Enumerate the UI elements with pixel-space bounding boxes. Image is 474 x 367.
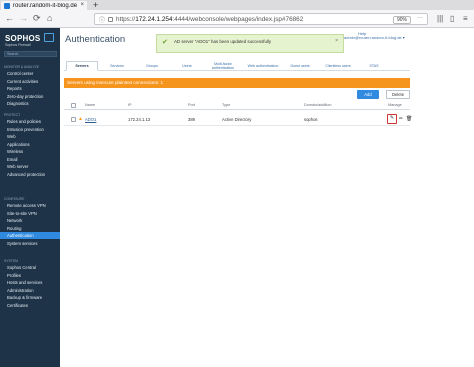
browser-tab[interactable]: router.random-it-blog.de ×: [1, 1, 87, 10]
server-domain: sophos: [304, 117, 318, 122]
sidebar-item-backup-firmware[interactable]: Backup & firmware: [0, 294, 60, 301]
row-checkbox[interactable]: [71, 117, 76, 122]
sidebar-section-title: System: [4, 259, 18, 263]
sidebar: SOPHOS Sophos Firewall Search Monitor & …: [0, 28, 60, 367]
tab-servers[interactable]: Servers: [66, 61, 98, 71]
tab-stas[interactable]: STAS: [360, 61, 388, 71]
header-name[interactable]: Name: [85, 103, 95, 107]
sidebar-item-hosts-and-services[interactable]: Hosts and services: [0, 279, 60, 286]
tab-services[interactable]: Services: [102, 61, 132, 71]
sidebar-item-intrusion-prevention[interactable]: Intrusion prevention: [0, 126, 60, 133]
tab-web-authentication[interactable]: Web authentication: [246, 61, 280, 71]
warning-icon: ▲: [78, 116, 83, 122]
sidebar-item-current-activities[interactable]: Current activities: [0, 78, 60, 85]
shield-icon: ⓘ: [99, 17, 106, 24]
brand-logo[interactable]: SOPHOS: [5, 34, 40, 43]
sidebar-toggle-icon[interactable]: ▯: [450, 13, 454, 24]
sidebar-item-site-to-site-vpn[interactable]: Site-to-site VPN: [0, 210, 60, 217]
zoom-level[interactable]: 90%: [393, 15, 411, 24]
tab-groups[interactable]: Groups: [136, 61, 168, 71]
sidebar-item-email[interactable]: Email: [0, 156, 60, 163]
sidebar-item-system-services[interactable]: System services: [0, 240, 60, 247]
sidebar-item-reports[interactable]: Reports: [0, 85, 60, 92]
sidebar-item-advanced-protection[interactable]: Advanced protection: [0, 171, 60, 178]
sidebar-section-title: Protect: [4, 113, 21, 117]
page-title: Authentication: [65, 34, 126, 45]
url-text: https://172.24.1.254:4444/webconsole/web…: [116, 15, 304, 23]
toast-message: AD server "ADO1" has been updated succes…: [174, 39, 272, 44]
forward-icon[interactable]: →: [19, 13, 28, 24]
home-icon[interactable]: ⌂: [47, 13, 52, 24]
lock-icon: [108, 16, 114, 22]
table-row: ▲ ADO1 172.24.1.13 389 Active Directory …: [64, 113, 412, 126]
trash-icon[interactable]: 🗑: [406, 116, 412, 122]
header-ip[interactable]: IP: [128, 103, 132, 107]
add-button[interactable]: Add: [357, 90, 379, 99]
pencil-icon[interactable]: ✏: [399, 116, 403, 122]
sidebar-item-applications[interactable]: Applications: [0, 141, 60, 148]
new-tab-button[interactable]: +: [93, 0, 98, 10]
sidebar-item-web[interactable]: Web: [0, 133, 60, 140]
menu-icon[interactable]: ≡: [463, 13, 468, 24]
server-port: 389: [188, 117, 195, 122]
server-name-link[interactable]: ADO1: [85, 117, 96, 122]
tab-users[interactable]: Users: [174, 61, 200, 71]
sidebar-item-diagnostics[interactable]: Diagnostics: [0, 100, 60, 107]
sidebar-item-rules-and-policies[interactable]: Rules and policies: [0, 118, 60, 125]
library-icon[interactable]: |||: [437, 13, 443, 24]
brand-subtitle: Sophos Firewall: [5, 43, 31, 47]
tab-guest-users[interactable]: Guest users: [284, 61, 316, 71]
browser-tabstrip: router.random-it-blog.de × +: [0, 0, 474, 10]
header-port[interactable]: Port: [188, 103, 195, 107]
tab-clientless-users[interactable]: Clientless users: [320, 61, 356, 71]
sidebar-item-profiles[interactable]: Profiles: [0, 272, 60, 279]
sidebar-item-zero-day-protection[interactable]: Zero-day protection: [0, 93, 60, 100]
sidebar-section-title: Monitor & Analyze: [4, 65, 40, 69]
tab-bar: Servers Services Groups Users Multi-factor a…: [64, 61, 410, 71]
sidebar-item-routing[interactable]: Routing: [0, 225, 60, 232]
sidebar-item-authentication[interactable]: Authentication: [0, 232, 60, 239]
sidebar-item-certificates[interactable]: Certificates: [0, 302, 60, 309]
browser-navbar: ← → ⟳ ⌂ ⓘ https://172.24.1.254:4444/webc…: [0, 10, 474, 28]
sidebar-item-remote-access-vpn[interactable]: Remote access VPN: [0, 202, 60, 209]
tab-title: router.random-it-blog.de: [13, 2, 78, 9]
brand-logo-icon: [44, 33, 54, 42]
close-icon[interactable]: ×: [335, 38, 338, 44]
sidebar-item-administration[interactable]: Administration: [0, 287, 60, 294]
sidebar-search-input[interactable]: Search: [4, 51, 57, 57]
success-toast: ✔ AD server "ADO1" has been updated succ…: [156, 34, 344, 53]
header-manage: Manage: [388, 103, 402, 107]
warning-banner: Servers using insecure plaintext connect…: [64, 78, 410, 88]
url-bar[interactable]: ⓘ https://172.24.1.254:4444/webconsole/w…: [94, 13, 428, 25]
server-ip: 172.24.1.13: [128, 117, 151, 122]
sidebar-section-title: Configure: [4, 197, 25, 201]
close-tab-icon[interactable]: ×: [80, 2, 84, 8]
server-type: Active Directory: [222, 117, 252, 122]
reload-icon[interactable]: ⟳: [33, 13, 41, 24]
sidebar-item-control-center[interactable]: Control center: [0, 70, 60, 77]
back-icon[interactable]: ←: [5, 13, 14, 24]
main-content: Authentication ✔ AD server "ADO1" has be…: [60, 28, 474, 367]
header-type[interactable]: Type: [222, 103, 230, 107]
delete-button[interactable]: Delete: [386, 90, 410, 99]
sidebar-item-network[interactable]: Network: [0, 217, 60, 224]
sidebar-item-wireless[interactable]: Wireless: [0, 148, 60, 155]
checkmark-icon: ✔: [162, 39, 168, 46]
select-all-checkbox[interactable]: [71, 103, 76, 108]
user-menu[interactable]: admin@router.random-it-blog.de ▾: [344, 35, 405, 40]
header-domain[interactable]: Domain/addition: [304, 103, 331, 107]
table-header: Name IP Port Type Domain/addition Manage: [64, 101, 410, 110]
tab-multi-factor-authentication[interactable]: Multi-factor authentication: [204, 61, 242, 71]
sidebar-item-sophos-central[interactable]: Sophos Central: [0, 264, 60, 271]
page-actions-icon[interactable]: ···: [417, 15, 423, 21]
sidebar-item-web-server[interactable]: Web server: [0, 163, 60, 170]
favicon-icon: [4, 2, 10, 9]
edit-highlighted-icon[interactable]: ✎: [387, 114, 397, 124]
